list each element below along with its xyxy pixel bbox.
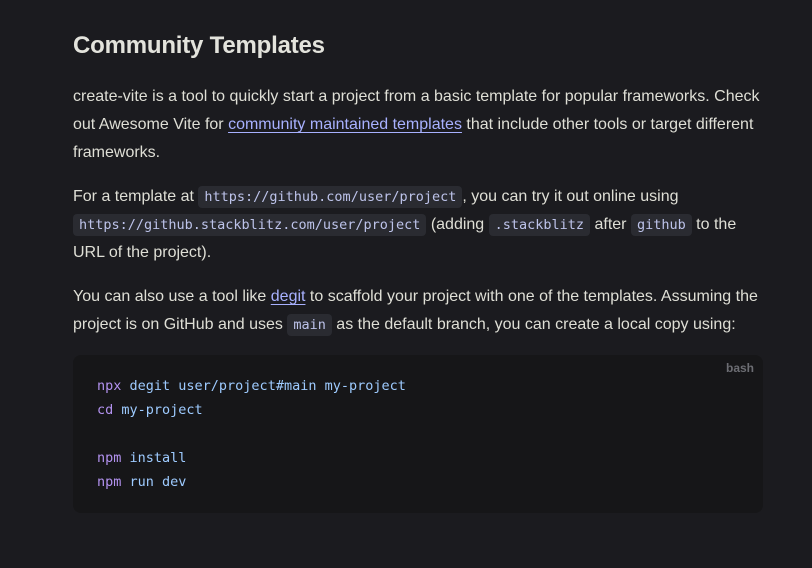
code-content: npx degit user/project#main my-project cd…: [97, 374, 739, 494]
text: after: [590, 216, 631, 233]
text: (adding: [426, 216, 489, 233]
code-line: cd my-project: [97, 398, 739, 422]
text: For a template at: [73, 188, 199, 205]
code-command: npm: [97, 450, 122, 466]
code-line: npm install: [97, 446, 739, 470]
section-heading: Community Templates: [73, 32, 325, 59]
text: , you can try it out online using: [462, 188, 679, 205]
code-command: cd: [97, 402, 114, 418]
code-block: bash npx degit user/project#main my-proj…: [73, 355, 763, 513]
inline-code-main: main: [287, 314, 332, 336]
inline-code-github: github: [630, 214, 692, 236]
paragraph-intro: create-vite is a tool to quickly start a…: [73, 83, 763, 167]
code-command: npx: [97, 378, 122, 394]
inline-code-stackblitz: .stackblitz: [488, 214, 591, 236]
inline-code-stackblitz-url: https://github.stackblitz.com/user/proje…: [73, 214, 427, 236]
code-line: npm run dev: [97, 470, 739, 494]
code-language-label: bash: [725, 361, 754, 375]
code-command: npm: [97, 474, 122, 490]
code-args: degit user/project#main my-project: [121, 378, 406, 394]
paragraph-degit: You can also use a tool like degit to sc…: [73, 283, 763, 339]
paragraph-stackblitz: For a template at https://github.com/use…: [73, 183, 763, 267]
code-args: run dev: [121, 474, 187, 490]
code-line: npx degit user/project#main my-project: [97, 374, 739, 398]
inline-code-github-url: https://github.com/user/project: [198, 186, 463, 208]
text: You can also use a tool like: [73, 288, 271, 305]
code-args: my-project: [113, 402, 203, 418]
doc-content: Community Templates create-vite is a too…: [73, 30, 763, 513]
community-templates-link[interactable]: community maintained templates: [228, 116, 462, 133]
text: as the default branch, you can create a …: [331, 316, 736, 333]
code-args: install: [121, 450, 187, 466]
degit-link[interactable]: degit: [271, 288, 306, 305]
